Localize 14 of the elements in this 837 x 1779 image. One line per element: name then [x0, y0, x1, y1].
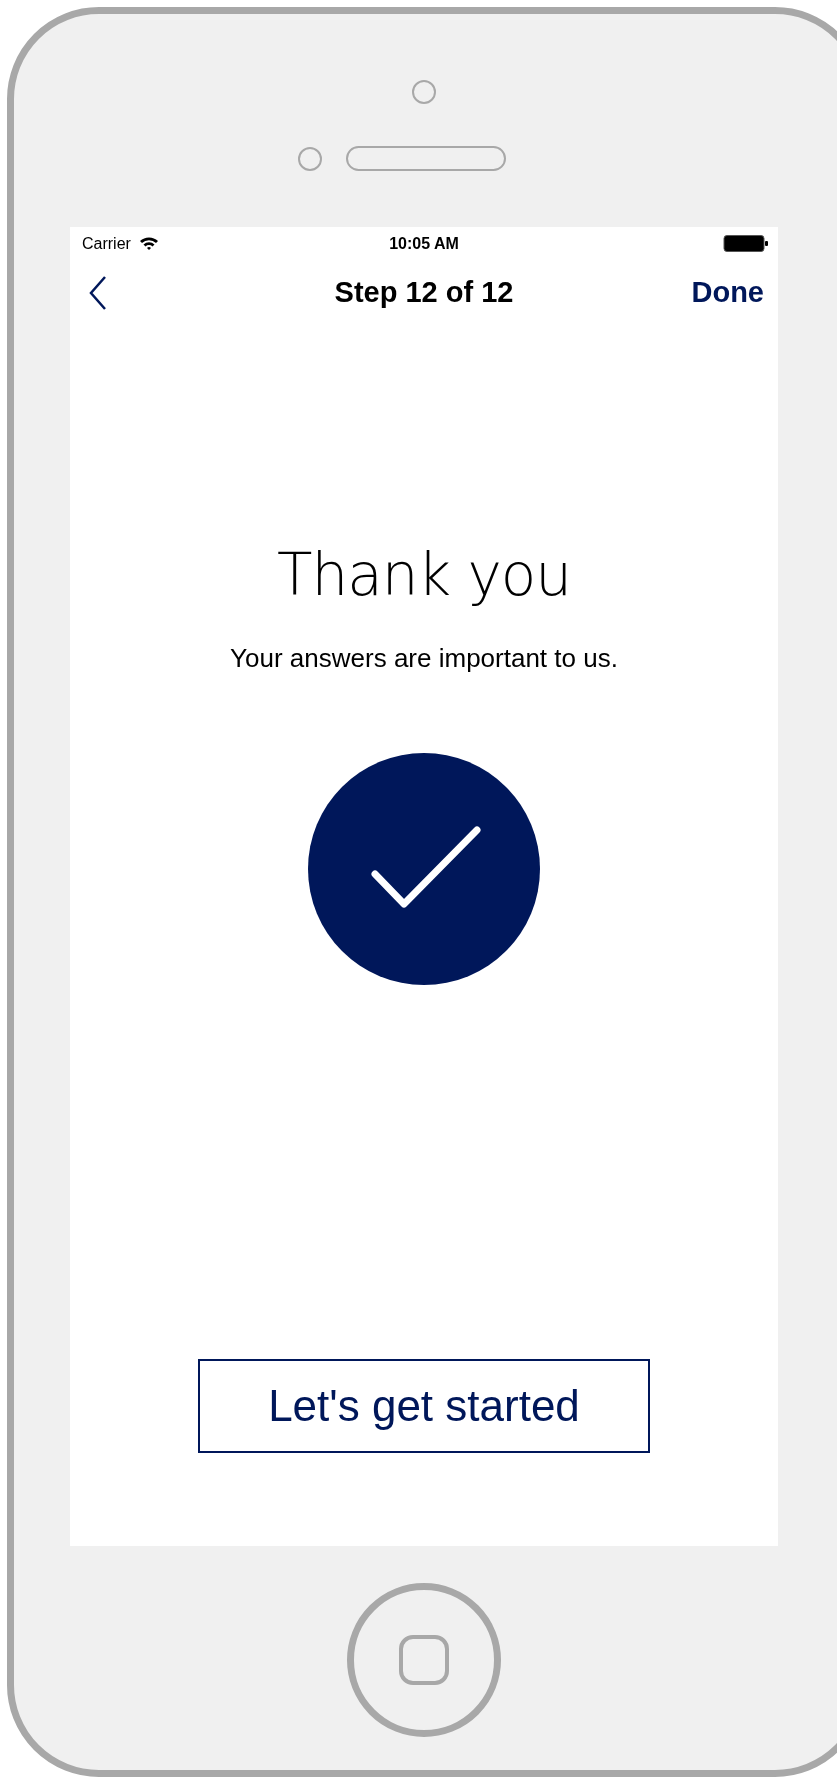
- done-button[interactable]: Done: [691, 271, 764, 315]
- back-chevron-icon[interactable]: [88, 275, 108, 311]
- speaker-icon: [346, 146, 506, 171]
- get-started-button[interactable]: Let's get started: [198, 1359, 650, 1453]
- checkmark-circle-icon: [308, 753, 540, 985]
- step-title: Step 12 of 12: [334, 275, 514, 311]
- subtitle: Your answers are important to us.: [230, 644, 618, 672]
- heading: Thank you: [276, 540, 572, 610]
- sensor-icon: [298, 146, 322, 171]
- status-time: 10:05 AM: [389, 233, 459, 254]
- battery-icon: [723, 234, 769, 253]
- camera-icon: [412, 80, 436, 104]
- wifi-icon: [138, 236, 159, 251]
- carrier-label: Carrier: [82, 233, 131, 254]
